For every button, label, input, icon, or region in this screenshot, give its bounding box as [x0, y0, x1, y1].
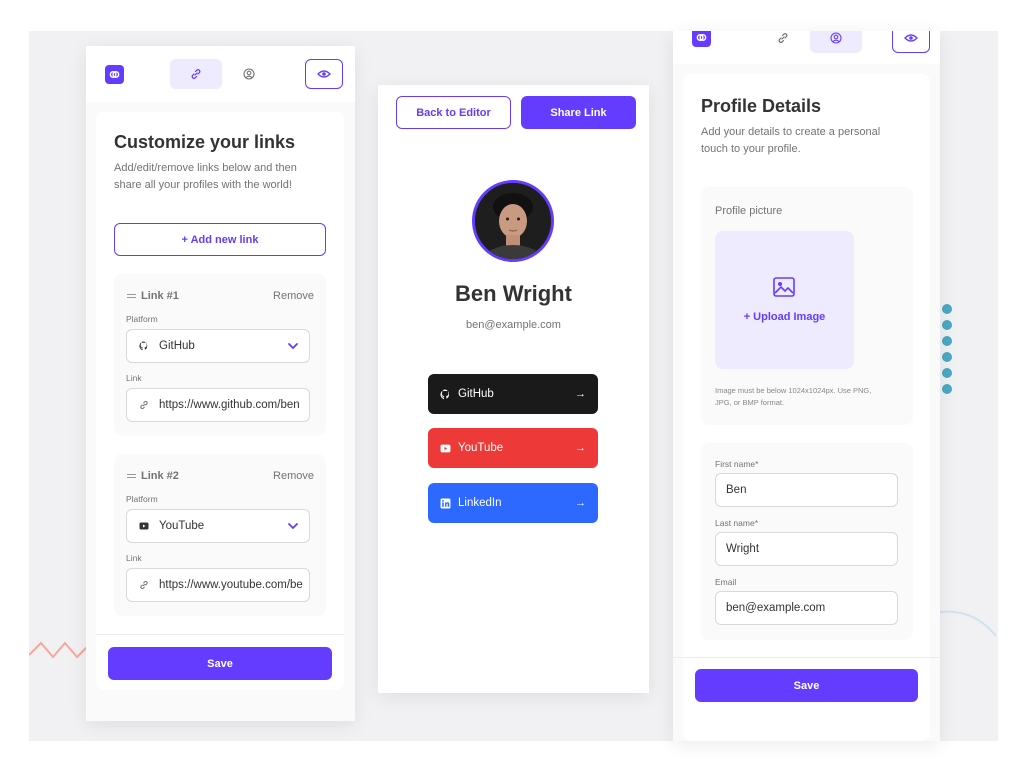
- image-icon: [773, 277, 795, 297]
- email-value: ben@example.com: [726, 602, 826, 614]
- profile-email: ben@example.com: [466, 319, 561, 331]
- youtube-link-button[interactable]: YouTube →: [428, 428, 598, 468]
- eye-icon: [317, 70, 331, 78]
- profile-icon: [830, 32, 842, 44]
- github-link-button[interactable]: GitHub →: [428, 374, 598, 414]
- back-to-editor-button[interactable]: Back to Editor: [396, 96, 511, 129]
- link-icon: [191, 69, 201, 79]
- arrow-right-icon: →: [575, 497, 586, 509]
- link-heading: Link #1: [141, 290, 179, 302]
- drag-handle-icon[interactable]: [127, 294, 136, 298]
- add-new-link-button[interactable]: + Add new link: [114, 223, 326, 256]
- email-label: Email: [715, 577, 737, 587]
- platform-select[interactable]: YouTube: [126, 509, 310, 543]
- link-label: YouTube: [458, 442, 504, 454]
- platform-label: Platform: [126, 494, 158, 504]
- github-icon: [139, 341, 148, 351]
- platform-select[interactable]: GitHub: [126, 329, 310, 363]
- link-label: LinkedIn: [458, 497, 502, 509]
- link-label: Link: [126, 553, 142, 563]
- chevron-down-icon: [288, 343, 298, 350]
- last-name-value: Wright: [726, 543, 760, 555]
- personal-info-section: First name* Ben Last name* Wright Email …: [701, 443, 913, 640]
- nav-bar: [86, 46, 355, 102]
- page-title: Profile Details: [701, 96, 822, 116]
- preview-button[interactable]: [305, 59, 343, 89]
- remove-link-button[interactable]: Remove: [273, 290, 314, 302]
- links-content: Customize your links Add/edit/remove lin…: [96, 112, 344, 690]
- nav-bar: [673, 31, 940, 64]
- tab-links[interactable]: [170, 59, 222, 89]
- zigzag-decoration: [29, 641, 88, 659]
- link-card-1: Link #1 Remove Platform GitHub Link http…: [114, 274, 326, 436]
- upload-note: Image must be below 1024x1024px. Use PNG…: [715, 386, 872, 407]
- logo-icon[interactable]: [105, 65, 124, 84]
- logo-icon[interactable]: [692, 31, 711, 47]
- upload-image-label: + Upload Image: [743, 311, 826, 323]
- first-name-label: First name*: [715, 459, 759, 469]
- eye-icon: [904, 34, 918, 42]
- link-icon: [778, 33, 788, 43]
- avatar: [472, 180, 554, 262]
- tab-profile[interactable]: [810, 31, 862, 53]
- profile-name: Ben Wright: [455, 281, 572, 306]
- profile-details-panel: Profile Details Add your details to crea…: [673, 31, 940, 741]
- preview-button[interactable]: [892, 31, 930, 53]
- youtube-icon: [440, 444, 451, 452]
- last-name-field[interactable]: Wright: [715, 532, 898, 566]
- profile-content: Profile Details Add your details to crea…: [673, 74, 940, 741]
- link-icon: [140, 400, 148, 410]
- email-field[interactable]: ben@example.com: [715, 591, 898, 625]
- tab-links[interactable]: [757, 31, 809, 53]
- divider: [673, 657, 940, 658]
- link-heading: Link #2: [141, 470, 179, 482]
- page-subtitle: Add your details to create a personal to…: [701, 126, 881, 155]
- save-button[interactable]: Save: [695, 669, 918, 702]
- last-name-label: Last name*: [715, 518, 758, 528]
- link-url-value: https://www.youtube.com/be: [159, 579, 303, 591]
- page-subtitle: Add/edit/remove links below and then sha…: [114, 162, 297, 191]
- tab-profile[interactable]: [223, 59, 275, 89]
- github-icon: [440, 389, 450, 399]
- platform-label: Platform: [126, 314, 158, 324]
- first-name-field[interactable]: Ben: [715, 473, 898, 507]
- link-icon: [140, 580, 148, 590]
- arrow-right-icon: →: [575, 442, 586, 454]
- first-name-value: Ben: [726, 484, 747, 496]
- link-card-2: Link #2 Remove Platform YouTube Link htt…: [114, 454, 326, 616]
- linkedin-link-button[interactable]: LinkedIn →: [428, 483, 598, 523]
- link-url-value: https://www.github.com/ben: [159, 399, 300, 411]
- arrow-right-icon: →: [575, 388, 586, 400]
- page-title: Customize your links: [114, 132, 296, 152]
- upload-image-button[interactable]: + Upload Image: [715, 231, 854, 369]
- platform-value: GitHub: [159, 340, 195, 352]
- save-button[interactable]: Save: [108, 647, 332, 680]
- link-url-input[interactable]: https://www.youtube.com/be: [126, 568, 310, 602]
- dots-decoration: [942, 304, 952, 394]
- link-url-input[interactable]: https://www.github.com/ben: [126, 388, 310, 422]
- preview-panel: Back to Editor Share Link Ben Wright ben…: [378, 85, 649, 693]
- profile-icon: [243, 68, 255, 80]
- youtube-icon: [139, 522, 149, 530]
- divider: [96, 634, 344, 635]
- drag-handle-icon[interactable]: [127, 474, 136, 478]
- share-link-button[interactable]: Share Link: [521, 96, 636, 129]
- profile-picture-label: Profile picture: [715, 205, 783, 217]
- link-label: GitHub: [458, 388, 494, 400]
- links-editor-panel: Customize your links Add/edit/remove lin…: [86, 46, 355, 721]
- profile-picture-section: Profile picture + Upload Image Image mus…: [701, 187, 913, 425]
- platform-value: YouTube: [159, 520, 205, 532]
- arc-decoration: [930, 610, 997, 637]
- chevron-down-icon: [288, 523, 298, 530]
- link-label: Link: [126, 373, 142, 383]
- linkedin-icon: [440, 498, 451, 508]
- remove-link-button[interactable]: Remove: [273, 470, 314, 482]
